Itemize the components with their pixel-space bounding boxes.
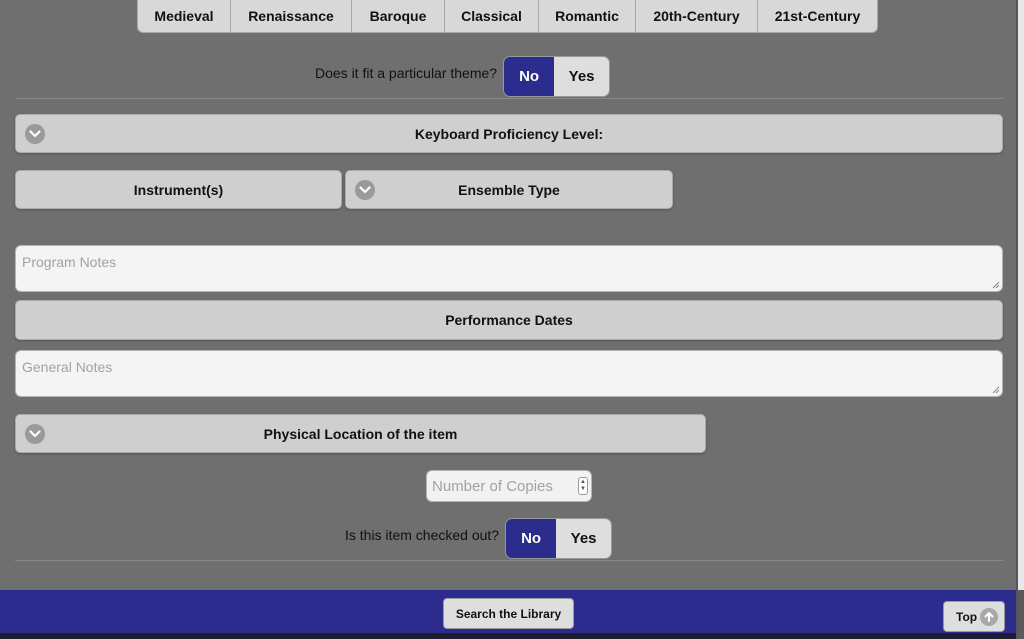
- stepper-icon[interactable]: ▲ ▼: [578, 477, 588, 495]
- checked-out-yes-option[interactable]: Yes: [556, 519, 612, 558]
- scrollbar[interactable]: [1016, 0, 1024, 639]
- divider: [15, 560, 1003, 561]
- theme-yes-option[interactable]: Yes: [554, 57, 610, 96]
- era-tab-21st-century[interactable]: 21st-Century: [758, 0, 878, 33]
- general-notes-placeholder: General Notes: [22, 359, 113, 375]
- keyboard-proficiency-select[interactable]: Keyboard Proficiency Level:: [15, 114, 1003, 153]
- physical-location-label: Physical Location of the item: [263, 425, 458, 442]
- checked-out-toggle[interactable]: No Yes: [505, 518, 613, 559]
- era-tab-classical[interactable]: Classical: [445, 0, 539, 33]
- performance-dates-label: Performance Dates: [445, 312, 573, 328]
- divider: [15, 98, 1003, 99]
- checked-out-question-row: Is this item checked out? No Yes: [345, 518, 613, 559]
- top-label: Top: [956, 609, 978, 624]
- era-tab-20th-century[interactable]: 20th-Century: [636, 0, 758, 33]
- program-notes-placeholder: Program Notes: [22, 254, 117, 270]
- chevron-down-icon: [355, 179, 375, 200]
- checked-out-no-option[interactable]: No: [506, 519, 557, 558]
- chevron-down-icon: [25, 423, 45, 444]
- ensemble-type-select[interactable]: Ensemble Type: [345, 170, 673, 209]
- arrow-up-icon: [980, 608, 998, 626]
- era-tab-baroque[interactable]: Baroque: [352, 0, 445, 33]
- era-tab-romantic[interactable]: Romantic: [539, 0, 636, 33]
- resize-grip-icon[interactable]: [992, 281, 1000, 289]
- instruments-label: Instrument(s): [133, 181, 224, 198]
- checked-out-question-label: Is this item checked out?: [345, 526, 500, 543]
- ensemble-type-label: Ensemble Type: [458, 181, 560, 198]
- theme-question-row: Does it fit a particular theme? No Yes: [315, 56, 611, 97]
- general-notes-field[interactable]: General Notes: [15, 350, 1003, 397]
- theme-no-option[interactable]: No: [504, 57, 555, 96]
- era-tabs: Medieval Renaissance Baroque Classical R…: [137, 0, 878, 33]
- theme-question-label: Does it fit a particular theme?: [315, 64, 498, 81]
- keyboard-proficiency-label: Keyboard Proficiency Level:: [414, 125, 604, 142]
- scrollbar-thumb[interactable]: [1018, 0, 1024, 590]
- program-notes-field[interactable]: Program Notes: [15, 245, 1003, 292]
- number-of-copies-input[interactable]: Number of Copies ▲ ▼: [426, 470, 592, 502]
- top-button[interactable]: Top: [943, 601, 1005, 632]
- resize-grip-icon[interactable]: [992, 386, 1000, 394]
- chevron-down-icon: [25, 123, 45, 144]
- performance-dates-button[interactable]: Performance Dates: [15, 300, 1003, 340]
- instruments-button[interactable]: Instrument(s): [15, 170, 342, 209]
- number-of-copies-placeholder: Number of Copies: [432, 477, 553, 495]
- physical-location-select[interactable]: Physical Location of the item: [15, 414, 706, 453]
- theme-toggle[interactable]: No Yes: [503, 56, 611, 97]
- era-tab-medieval[interactable]: Medieval: [137, 0, 231, 33]
- era-tab-renaissance[interactable]: Renaissance: [231, 0, 352, 33]
- search-library-button[interactable]: Search the Library: [443, 598, 574, 629]
- page-bottom-strip: [0, 633, 1016, 639]
